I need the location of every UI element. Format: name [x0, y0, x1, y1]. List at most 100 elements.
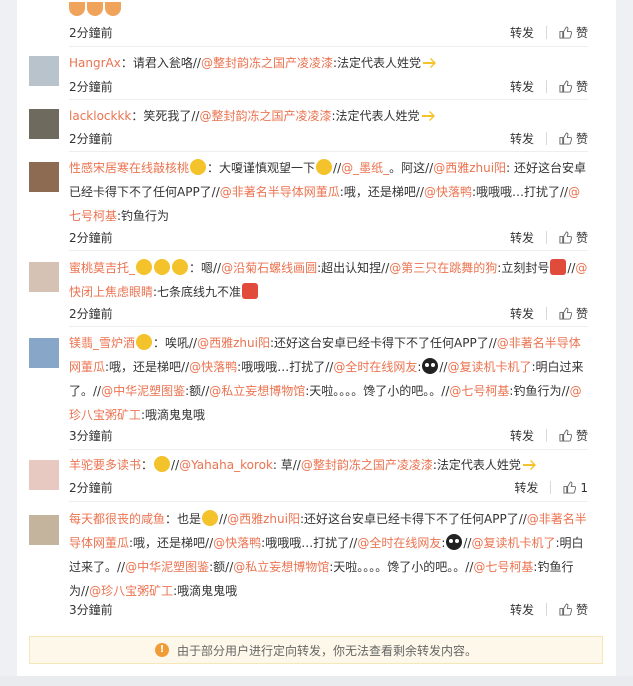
emoji-icon [172, 259, 189, 275]
like-button[interactable]: 赞 [559, 601, 588, 618]
mention-link[interactable]: @中华泥塑图鉴 [125, 560, 209, 574]
mention-link[interactable]: @快落鸭 [424, 185, 472, 199]
emoji-icon [154, 456, 171, 472]
scrollbar[interactable] [619, 0, 633, 686]
like-button[interactable]: 赞 [559, 130, 588, 147]
like-button[interactable]: 赞 [559, 229, 588, 246]
avatar[interactable] [29, 162, 59, 192]
notice-text: 由于部分用户进行定向转发，你无法查看剩余转发内容。 [176, 643, 477, 658]
username-link[interactable]: 每天都很丧的咸鱼 [69, 512, 165, 526]
mention-link[interactable]: @整封韵冻之国产凌凌漆 [201, 56, 333, 70]
mention-link[interactable]: @复读机卡机了 [447, 360, 531, 374]
thumbs-up-icon [563, 481, 577, 494]
mention-link[interactable]: @私立妄想博物馆 [209, 384, 305, 398]
avatar[interactable] [29, 338, 59, 368]
like-button[interactable]: 赞 [559, 305, 588, 322]
hand-emoji-icon [421, 111, 435, 121]
repost-button[interactable]: 转发 [510, 229, 534, 246]
emoji-icon [550, 259, 567, 275]
comment-text: 性感宋居寒在线敲核桃 ：大嗄谨慎观望一下//@_墨纸_。阿这//@西雅zhui阳:… [69, 159, 586, 223]
mention-link[interactable]: @西雅zhui阳 [197, 336, 270, 350]
emoji-row [69, 2, 121, 16]
list-item: 2分鐘前 转发 赞 [17, 227, 616, 247]
emoji-icon [154, 259, 171, 275]
emoji-icon [316, 159, 333, 175]
like-button[interactable]: 赞 [559, 427, 588, 444]
repost-button[interactable]: 转发 [510, 78, 534, 95]
username-link[interactable]: lacklockkk [69, 109, 131, 123]
mention-link[interactable]: @七号柯基 [449, 384, 509, 398]
mention-link[interactable]: @私立妄想博物馆 [233, 560, 329, 574]
list-item: 3分鐘前 转发 赞 [17, 425, 616, 445]
like-button[interactable]: 赞 [559, 24, 588, 41]
repost-button[interactable]: 转发 [510, 130, 534, 147]
hand-emoji-icon [423, 58, 437, 68]
like-count: 1 [580, 480, 588, 495]
restricted-notice: ! 由于部分用户进行定向转发，你无法查看剩余转发内容。 [29, 636, 603, 664]
mention-link[interactable]: @Yahaha_korok [179, 458, 273, 472]
thumbs-up-icon [559, 307, 572, 320]
thumbs-up-icon [559, 231, 572, 244]
emoji-icon [446, 534, 463, 550]
list-item: 2分鐘前 转发 赞 [17, 76, 616, 96]
timestamp: 2分鐘前 [69, 132, 113, 146]
mention-link[interactable]: @全时在线网友 [357, 536, 441, 550]
hand-emoji-icon [522, 460, 536, 470]
timestamp: 2分鐘前 [69, 481, 113, 495]
username-link[interactable]: 羊驼要多读书 [69, 458, 141, 472]
repost-list-panel: 2分鐘前 转发 赞 HangrAx：请君入瓮咯//@整封韵冻之国产凌凌漆:法定代… [17, 0, 616, 686]
mention-link[interactable]: @西雅zhui阳 [433, 161, 506, 175]
mention-link[interactable]: @珍八宝粥矿工 [89, 584, 173, 598]
avatar[interactable] [29, 515, 59, 545]
emoji-icon [202, 510, 219, 526]
list-item: 2分鐘前 转发 1 [17, 477, 616, 497]
repost-button[interactable]: 转发 [510, 427, 534, 444]
warning-icon: ! [154, 643, 169, 657]
mention-link[interactable]: @第三只在跳舞的狗 [389, 261, 497, 275]
mention-link[interactable]: @全时在线网友 [333, 360, 417, 374]
timestamp: 2分鐘前 [69, 307, 113, 321]
repost-button[interactable]: 转发 [510, 601, 534, 618]
timestamp: 3分鐘前 [69, 429, 113, 443]
list-item: 3分鐘前 转发 赞 [17, 599, 616, 619]
bottom-strip [0, 676, 633, 686]
thumbs-up-icon [559, 132, 572, 145]
mention-link[interactable]: @快落鸭 [189, 360, 237, 374]
mention-link[interactable]: @非著名半导体网董瓜 [220, 185, 340, 199]
timestamp: 3分鐘前 [69, 603, 113, 617]
mention-link[interactable]: @复读机卡机了 [471, 536, 555, 550]
comment-text: 每天都很丧的咸鱼：也是//@西雅zhui阳:还好这台安卓已经卡得下不了任何APP… [69, 510, 587, 598]
emoji-icon [242, 283, 259, 299]
mention-link[interactable]: @快落鸭 [213, 536, 261, 550]
username-link[interactable]: 性感宋居寒在线敲核桃 [69, 161, 189, 175]
timestamp: 2分鐘前 [69, 80, 113, 94]
comment-text: HangrAx：请君入瓮咯//@整封韵冻之国产凌凌漆:法定代表人姓党 [69, 51, 591, 75]
mention-link[interactable]: @整封韵冻之国产凌凌漆 [199, 109, 331, 123]
repost-button[interactable]: 转发 [510, 305, 534, 322]
mention-link[interactable]: @七号柯基 [473, 560, 533, 574]
avatar[interactable] [29, 262, 59, 292]
mention-link[interactable]: @沿菊石螺线画圆 [221, 261, 317, 275]
comment-text: 羊驼要多读书：//@Yahaha_korok: 草//@整封韵冻之国产凌凌漆:法… [69, 453, 591, 477]
list-item: 2分鐘前 转发 赞 [17, 128, 616, 148]
timestamp: 2分鐘前 [69, 231, 113, 245]
mention-link[interactable]: @整封韵冻之国产凌凌漆 [301, 458, 433, 472]
mention-link[interactable]: @_墨纸_ [341, 161, 389, 175]
comment-text: lacklockkk：笑死我了//@整封韵冻之国产凌凌漆:法定代表人姓党 [69, 104, 591, 128]
mention-link[interactable]: @中华泥塑图鉴 [101, 384, 185, 398]
emoji-icon [422, 358, 439, 374]
like-button[interactable]: 赞 [559, 78, 588, 95]
username-link[interactable]: 镁翡_雪炉酒 [69, 336, 135, 350]
repost-button[interactable]: 转发 [510, 24, 534, 41]
like-button[interactable]: 1 [563, 481, 588, 495]
emoji-icon [136, 334, 153, 350]
mention-link[interactable]: @西雅zhui阳 [227, 512, 300, 526]
thumbs-up-icon [559, 603, 572, 616]
repost-button[interactable]: 转发 [514, 479, 538, 496]
emoji-icon [190, 159, 207, 175]
thumbs-up-icon [559, 429, 572, 442]
username-link[interactable]: HangrAx [69, 56, 121, 70]
list-item: 2分鐘前 转发 赞 [17, 303, 616, 323]
list-item: 2分鐘前 转发 赞 [17, 22, 616, 42]
username-link[interactable]: 蜜桃莫吉托_ [69, 261, 135, 275]
